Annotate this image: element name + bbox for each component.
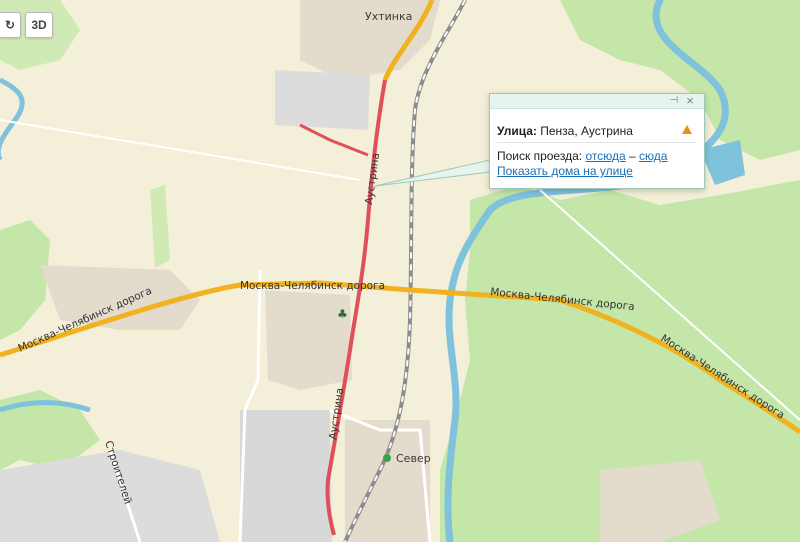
station-icon[interactable] [383,454,391,462]
street-info-popup: ⊣ × Улица: Пенза, Аустрина Поиск проезда… [489,93,705,189]
rotate-icon: ↻ [4,18,16,32]
pin-icon[interactable]: ⊣ [668,95,680,107]
warning-icon[interactable] [682,125,692,134]
street-row: Улица: Пенза, Аустрина [497,124,633,138]
street-value: Пенза, Аустрина [540,124,633,138]
settlement-center [265,290,352,390]
station-area [345,420,430,542]
map-canvas[interactable]: Ухтинка Москва-Челябинск дорога Москва-Ч… [0,0,800,542]
tree-icon: ♣ [337,307,348,321]
route-to-here-link[interactable]: сюда [639,149,667,163]
close-icon[interactable]: × [684,94,696,107]
route-label: Поиск проезда: [497,149,583,163]
route-from-here-link[interactable]: отсюда [585,149,625,163]
popup-divider [497,142,696,143]
route-dash: – [628,149,636,163]
popup-header: ⊣ × [490,94,704,109]
3d-label: 3D [31,18,47,32]
street-prefix: Улица: [497,124,537,138]
show-houses-link[interactable]: Показать дома на улице [497,164,633,178]
3d-button[interactable]: 3D [25,12,53,38]
houses-row: Показать дома на улице [497,164,633,178]
highway-label-center: Москва-Челябинск дорога [240,280,385,292]
industrial-south [240,410,332,542]
route-row: Поиск проезда: отсюда – сюда [497,149,667,163]
station-label: Север [396,452,431,465]
rotate-button[interactable]: ↻ [0,12,21,38]
place-label-top: Ухтинка [365,10,412,23]
industrial-top [275,70,370,130]
